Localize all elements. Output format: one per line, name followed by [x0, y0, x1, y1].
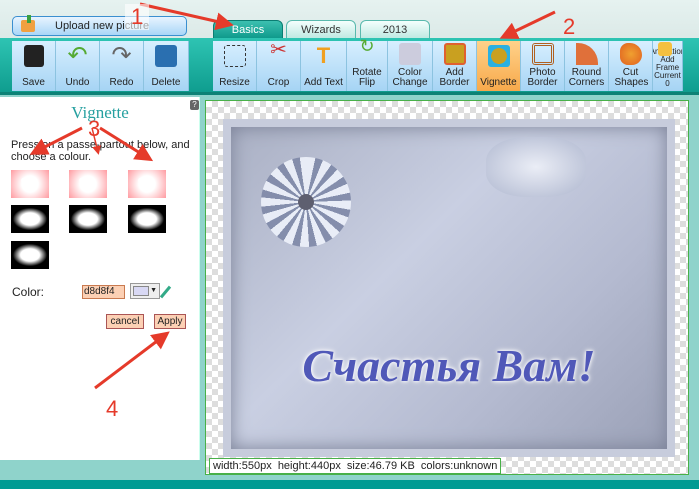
delete-label: Delete: [151, 77, 181, 88]
tool-label: Vignette: [480, 77, 517, 88]
color-hex-input[interactable]: d8d8f4: [82, 285, 125, 299]
tool-label: Color Change: [392, 67, 428, 88]
tool-rotate-flip[interactable]: ↻ Rotate Flip: [347, 36, 388, 91]
tool-label: Round Corners: [568, 67, 605, 88]
tab-wizards[interactable]: Wizards: [286, 20, 356, 39]
cancel-button[interactable]: cancel: [106, 314, 144, 329]
color-picker-dropdown[interactable]: ▼: [130, 283, 160, 299]
image-greeting-text: Счастья Вам!: [302, 340, 596, 391]
annotation-3: 3: [88, 116, 101, 141]
tool-add-border[interactable]: Add Border: [433, 41, 477, 91]
tool-label: Rotate Flip: [352, 67, 382, 88]
passe-partout-heart-2[interactable]: ♥: [69, 170, 107, 198]
heart-icon: ♥: [78, 170, 93, 197]
upload-picture-button[interactable]: Upload new picture: [12, 15, 187, 36]
tool-sublabel: Add Frame Current 0: [654, 55, 681, 88]
redo-button[interactable]: ↷ Redo: [100, 41, 144, 91]
eyedropper-icon[interactable]: [159, 285, 172, 299]
save-button[interactable]: Save: [12, 41, 56, 91]
tool-cut-shapes[interactable]: Cut Shapes: [609, 41, 653, 91]
tool-label: Add Text: [304, 77, 343, 88]
tool-label: Resize: [219, 77, 250, 88]
passe-partout-oval-4[interactable]: [11, 241, 49, 269]
vignette-icon: [487, 45, 510, 67]
bottom-bar: [0, 480, 699, 489]
tool-label: Photo Border: [527, 67, 558, 88]
tool-crop[interactable]: ✂ Crop: [257, 39, 301, 91]
annotation-1: 1: [125, 4, 150, 30]
resize-icon: [223, 45, 246, 67]
bow-graphic: [486, 137, 586, 197]
tab-basics[interactable]: Basics: [213, 20, 283, 39]
delete-icon: [155, 45, 177, 67]
redo-label: Redo: [109, 77, 134, 88]
upload-icon: [21, 15, 35, 32]
undo-label: Undo: [65, 77, 90, 88]
image-info-bar: width:550px height:440px size:46.79 KB c…: [209, 458, 502, 474]
color-swatch: [133, 286, 149, 296]
tool-color-change[interactable]: Color Change: [388, 41, 433, 91]
chevron-down-icon: ▼: [150, 287, 157, 294]
passe-partout-oval-2[interactable]: [69, 205, 107, 233]
redo-icon: ↷: [111, 42, 132, 69]
toolbar: Save ↶ Undo ↷ Redo Delete Resize ✂ Crop T Ad…: [0, 36, 699, 95]
tool-label: Cut Shapes: [614, 67, 649, 88]
heart-icon: ♥: [20, 170, 35, 197]
heart-icon: ♥: [137, 170, 152, 197]
passe-partout-oval-3[interactable]: [128, 205, 166, 233]
undo-button[interactable]: ↶ Undo: [56, 41, 100, 91]
tool-label: Crop: [267, 77, 290, 88]
edited-image: Счастья Вам!: [223, 119, 675, 457]
tool-label: Add Border: [439, 67, 470, 88]
flower-graphic: [261, 157, 351, 247]
panel-instructions: Press on a passe-partout below, and choo…: [11, 139, 190, 163]
save-label: Save: [22, 77, 45, 88]
passe-partout-oval-1[interactable]: [11, 205, 49, 233]
floppy-icon: [23, 45, 44, 67]
top-bar: Upload new picture Basics Wizards 2013: [0, 0, 699, 40]
help-icon[interactable]: ?: [190, 100, 199, 110]
text-icon: T: [316, 43, 331, 68]
animation-icon: [657, 42, 672, 56]
undo-icon: ↶: [67, 42, 88, 69]
tool-add-text[interactable]: T Add Text: [301, 41, 347, 91]
annotation-2: 2: [563, 14, 576, 39]
tools-group: Resize ✂ Crop T Add Text ↻ Rotate Flip Colo…: [213, 36, 683, 91]
border-icon: [443, 43, 466, 65]
tool-animation[interactable]: AnimationAdd Frame Current 0: [653, 41, 683, 91]
passe-partout-heart-3[interactable]: ♥: [128, 170, 166, 198]
cut-shapes-icon: [619, 43, 642, 65]
tool-photo-border[interactable]: Photo Border: [521, 41, 565, 91]
tool-resize[interactable]: Resize: [213, 41, 257, 91]
apply-button[interactable]: Apply: [154, 314, 186, 329]
color-change-icon: [399, 43, 421, 65]
rotate-icon: ↻: [359, 36, 375, 56]
image-canvas[interactable]: Счастья Вам! width:550px height:440px si…: [205, 100, 689, 475]
round-corners-icon: [575, 43, 598, 65]
annotation-4: 4: [106, 396, 119, 421]
tool-vignette[interactable]: Vignette: [477, 41, 521, 91]
scissors-icon: ✂: [270, 39, 287, 61]
passe-partout-heart-1[interactable]: ♥: [11, 170, 49, 198]
photo-border-icon: [531, 43, 554, 65]
tool-round-corners[interactable]: Round Corners: [565, 41, 609, 91]
color-label: Color:: [12, 285, 45, 299]
delete-button[interactable]: Delete: [144, 41, 189, 91]
edit-group: Save ↶ Undo ↷ Redo Delete: [12, 41, 189, 91]
